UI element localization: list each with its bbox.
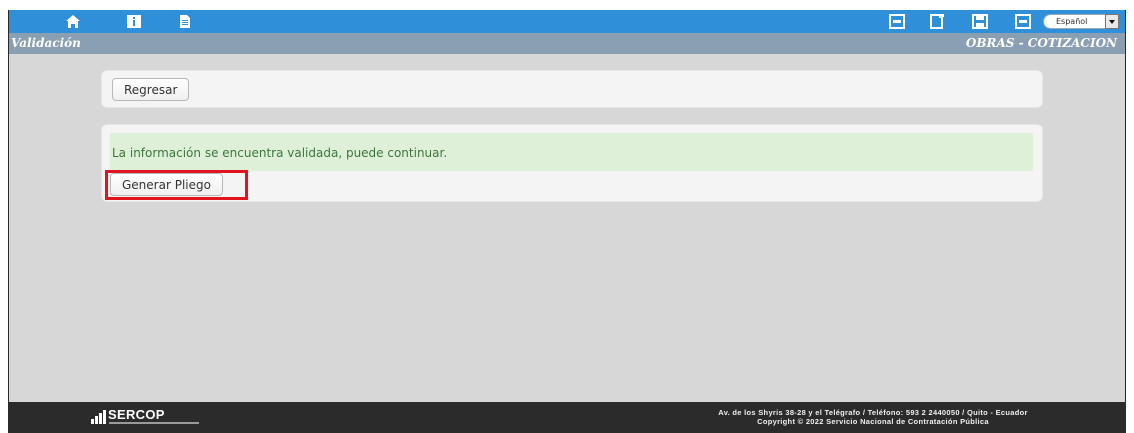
new-document-icon[interactable] bbox=[929, 14, 945, 29]
footer-copyright: Copyright © 2022 Servicio Nacional de Co… bbox=[757, 417, 989, 426]
pdf-icon[interactable] bbox=[1015, 14, 1031, 29]
back-button[interactable]: Regresar bbox=[112, 78, 190, 101]
logo-mark-icon bbox=[91, 409, 107, 424]
footer-info: Av. de los Shyris 38-28 y el Telégrafo /… bbox=[643, 408, 1103, 426]
language-select-value: Español bbox=[1056, 17, 1088, 26]
info-icon[interactable] bbox=[126, 14, 142, 29]
success-alert: La información se encuentra validada, pu… bbox=[110, 133, 1033, 171]
sercop-logo: SERCOP bbox=[91, 407, 201, 429]
logo-tagline-line bbox=[109, 422, 199, 424]
home-icon[interactable] bbox=[65, 14, 81, 29]
save-icon[interactable] bbox=[972, 14, 988, 29]
navigation-panel: Regresar bbox=[101, 70, 1043, 108]
title-bar: Validación OBRAS - COTIZACION bbox=[9, 33, 1125, 54]
top-toolbar: Español bbox=[9, 10, 1125, 33]
module-title: OBRAS - COTIZACION bbox=[965, 36, 1117, 50]
footer-address: Av. de los Shyris 38-28 y el Telégrafo /… bbox=[718, 408, 1028, 417]
logo-text: SERCOP bbox=[108, 407, 165, 422]
language-select[interactable]: Español bbox=[1043, 14, 1119, 29]
validation-panel: La información se encuentra validada, pu… bbox=[101, 124, 1043, 202]
generate-pliego-button[interactable]: Generar Pliego bbox=[110, 173, 223, 196]
document-icon[interactable] bbox=[177, 14, 193, 29]
chevron-down-icon[interactable] bbox=[1105, 14, 1119, 29]
pdf-icon[interactable] bbox=[889, 14, 905, 29]
app-window: Español Validación OBRAS - COTIZACION Re… bbox=[8, 10, 1126, 433]
page-title: Validación bbox=[11, 36, 81, 50]
footer: SERCOP Av. de los Shyris 38-28 y el Telé… bbox=[9, 402, 1125, 433]
